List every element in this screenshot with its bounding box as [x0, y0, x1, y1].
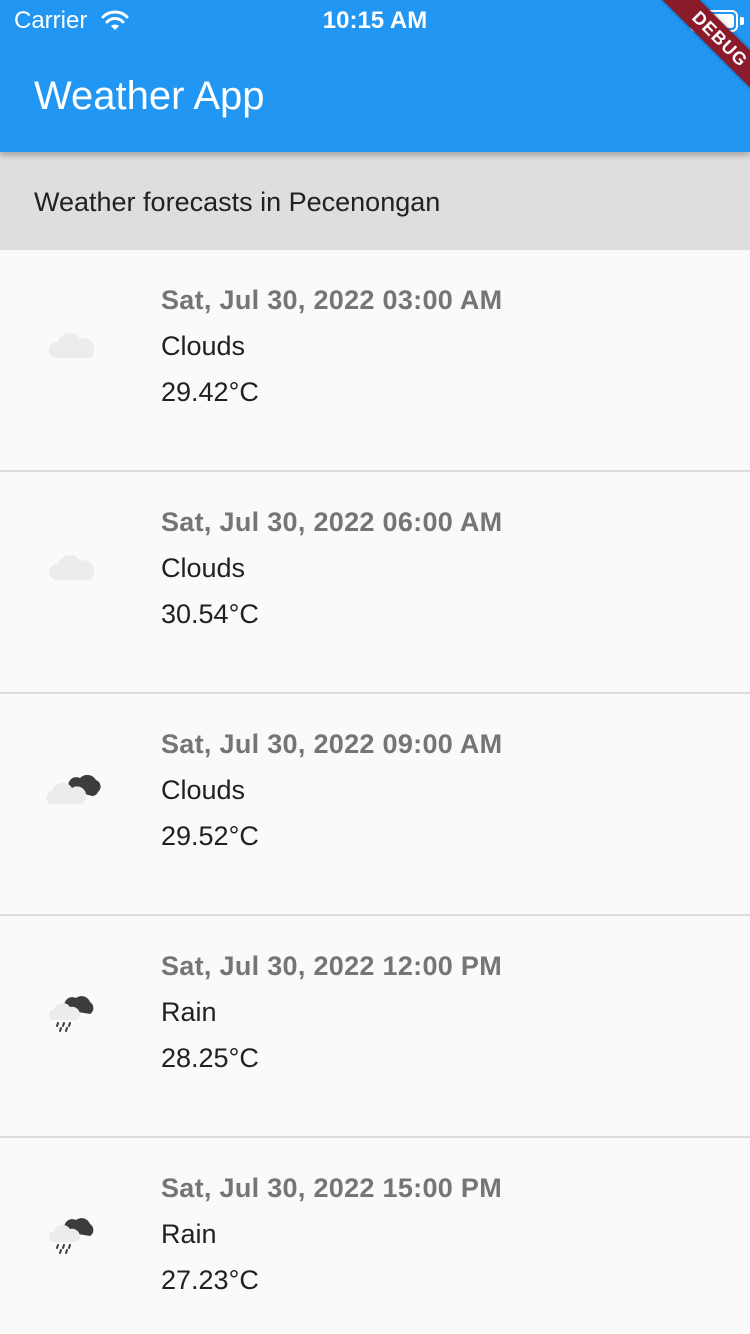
forecast-temperature: 29.42°C	[161, 377, 259, 407]
forecast-datetime: Sat, Jul 30, 2022 03:00 AM	[161, 285, 503, 315]
status-bar: Carrier 10:15 AM	[0, 0, 750, 40]
forecast-temperature: 30.54°C	[161, 599, 259, 629]
forecast-temperature: 28.25°C	[161, 1043, 259, 1073]
forecast-row[interactable]: Sat, Jul 30, 2022 15:00 PM Rain 27.23°C	[0, 1138, 750, 1334]
page-title: Weather App	[34, 74, 265, 118]
cloud-light-icon	[48, 555, 95, 580]
rain-cloud-icon	[49, 1218, 94, 1254]
forecast-datetime: Sat, Jul 30, 2022 12:00 PM	[161, 951, 502, 981]
battery-tip	[740, 17, 744, 25]
forecast-datetime: Sat, Jul 30, 2022 15:00 PM	[161, 1173, 502, 1203]
forecast-datetime: Sat, Jul 30, 2022 06:00 AM	[161, 507, 503, 537]
forecast-condition: Clouds	[161, 775, 246, 805]
forecast-temperature: 29.52°C	[161, 821, 259, 851]
forecast-condition: Clouds	[161, 553, 246, 583]
forecast-condition: Rain	[161, 997, 217, 1027]
status-time: 10:15 AM	[322, 7, 428, 34]
cloud-light-icon	[48, 333, 95, 358]
location-header: Weather forecasts in Pecenongan	[0, 152, 750, 250]
forecast-row[interactable]: Sat, Jul 30, 2022 09:00 AM Clouds 29.52°…	[0, 694, 750, 916]
forecast-condition: Rain	[161, 1219, 217, 1249]
forecast-row[interactable]: Sat, Jul 30, 2022 03:00 AM Clouds 29.42°…	[0, 250, 750, 472]
forecast-temperature: 27.23°C	[161, 1265, 259, 1295]
forecast-condition: Clouds	[161, 331, 246, 361]
forecast-row[interactable]: Sat, Jul 30, 2022 06:00 AM Clouds 30.54°…	[0, 472, 750, 694]
forecast-row[interactable]: Sat, Jul 30, 2022 12:00 PM Rain 28.25°C	[0, 916, 750, 1138]
app-bar: Carrier 10:15 AM Weather App DEBUG	[0, 0, 750, 152]
location-header-text: Weather forecasts in Pecenongan	[34, 187, 441, 217]
forecast-list[interactable]: Sat, Jul 30, 2022 03:00 AM Clouds 29.42°…	[0, 250, 750, 1334]
broken-clouds-icon	[46, 774, 101, 804]
rain-cloud-icon	[49, 996, 94, 1032]
forecast-datetime: Sat, Jul 30, 2022 09:00 AM	[161, 729, 503, 759]
